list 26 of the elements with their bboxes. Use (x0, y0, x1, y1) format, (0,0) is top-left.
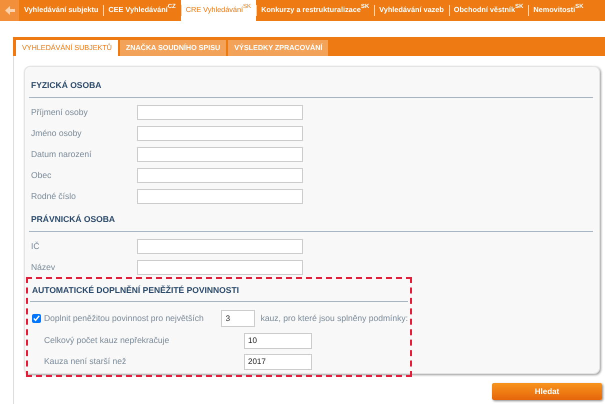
field-label: IČ (31, 240, 40, 252)
field-label: Obec (31, 168, 52, 182)
input-field[interactable]: 3 (220, 310, 255, 327)
field-label: Celkový počet kauz nepřekračuje (44, 334, 170, 348)
input-field[interactable] (137, 188, 303, 204)
checkbox-label: Doplnit peněžitou povinnost pro největších (44, 312, 205, 325)
input-field[interactable] (137, 146, 303, 162)
checkbox[interactable] (32, 314, 41, 323)
section-heading: PRÁVNICKÁ OSOBA (29, 206, 593, 232)
field-label: Jméno osoby (31, 126, 83, 140)
input-field[interactable] (137, 238, 303, 254)
input-field[interactable] (137, 260, 303, 274)
input-field[interactable]: 2017 (244, 354, 312, 370)
field-label: Rodné číslo (31, 190, 77, 203)
input-field[interactable] (137, 104, 303, 120)
input-field[interactable] (137, 168, 303, 183)
field-label: Datum narození (31, 148, 92, 161)
section-heading: FYZICKÁ OSOBA (29, 73, 593, 98)
search-button[interactable]: Hledat (492, 383, 602, 400)
field-label: Příjmení osoby (31, 106, 89, 119)
field-label: Kauza není starší než (44, 355, 128, 368)
field-label: Název (31, 260, 56, 274)
input-field[interactable]: 10 (244, 332, 312, 349)
section-heading: AUTOMATICKÉ DOPLNĚNÍ PENĚŽITÉ POVINNOSTI (30, 278, 408, 302)
input-field[interactable] (137, 126, 303, 141)
field-suffix: kauz, pro které jsou splněny podmínky: (260, 312, 408, 325)
